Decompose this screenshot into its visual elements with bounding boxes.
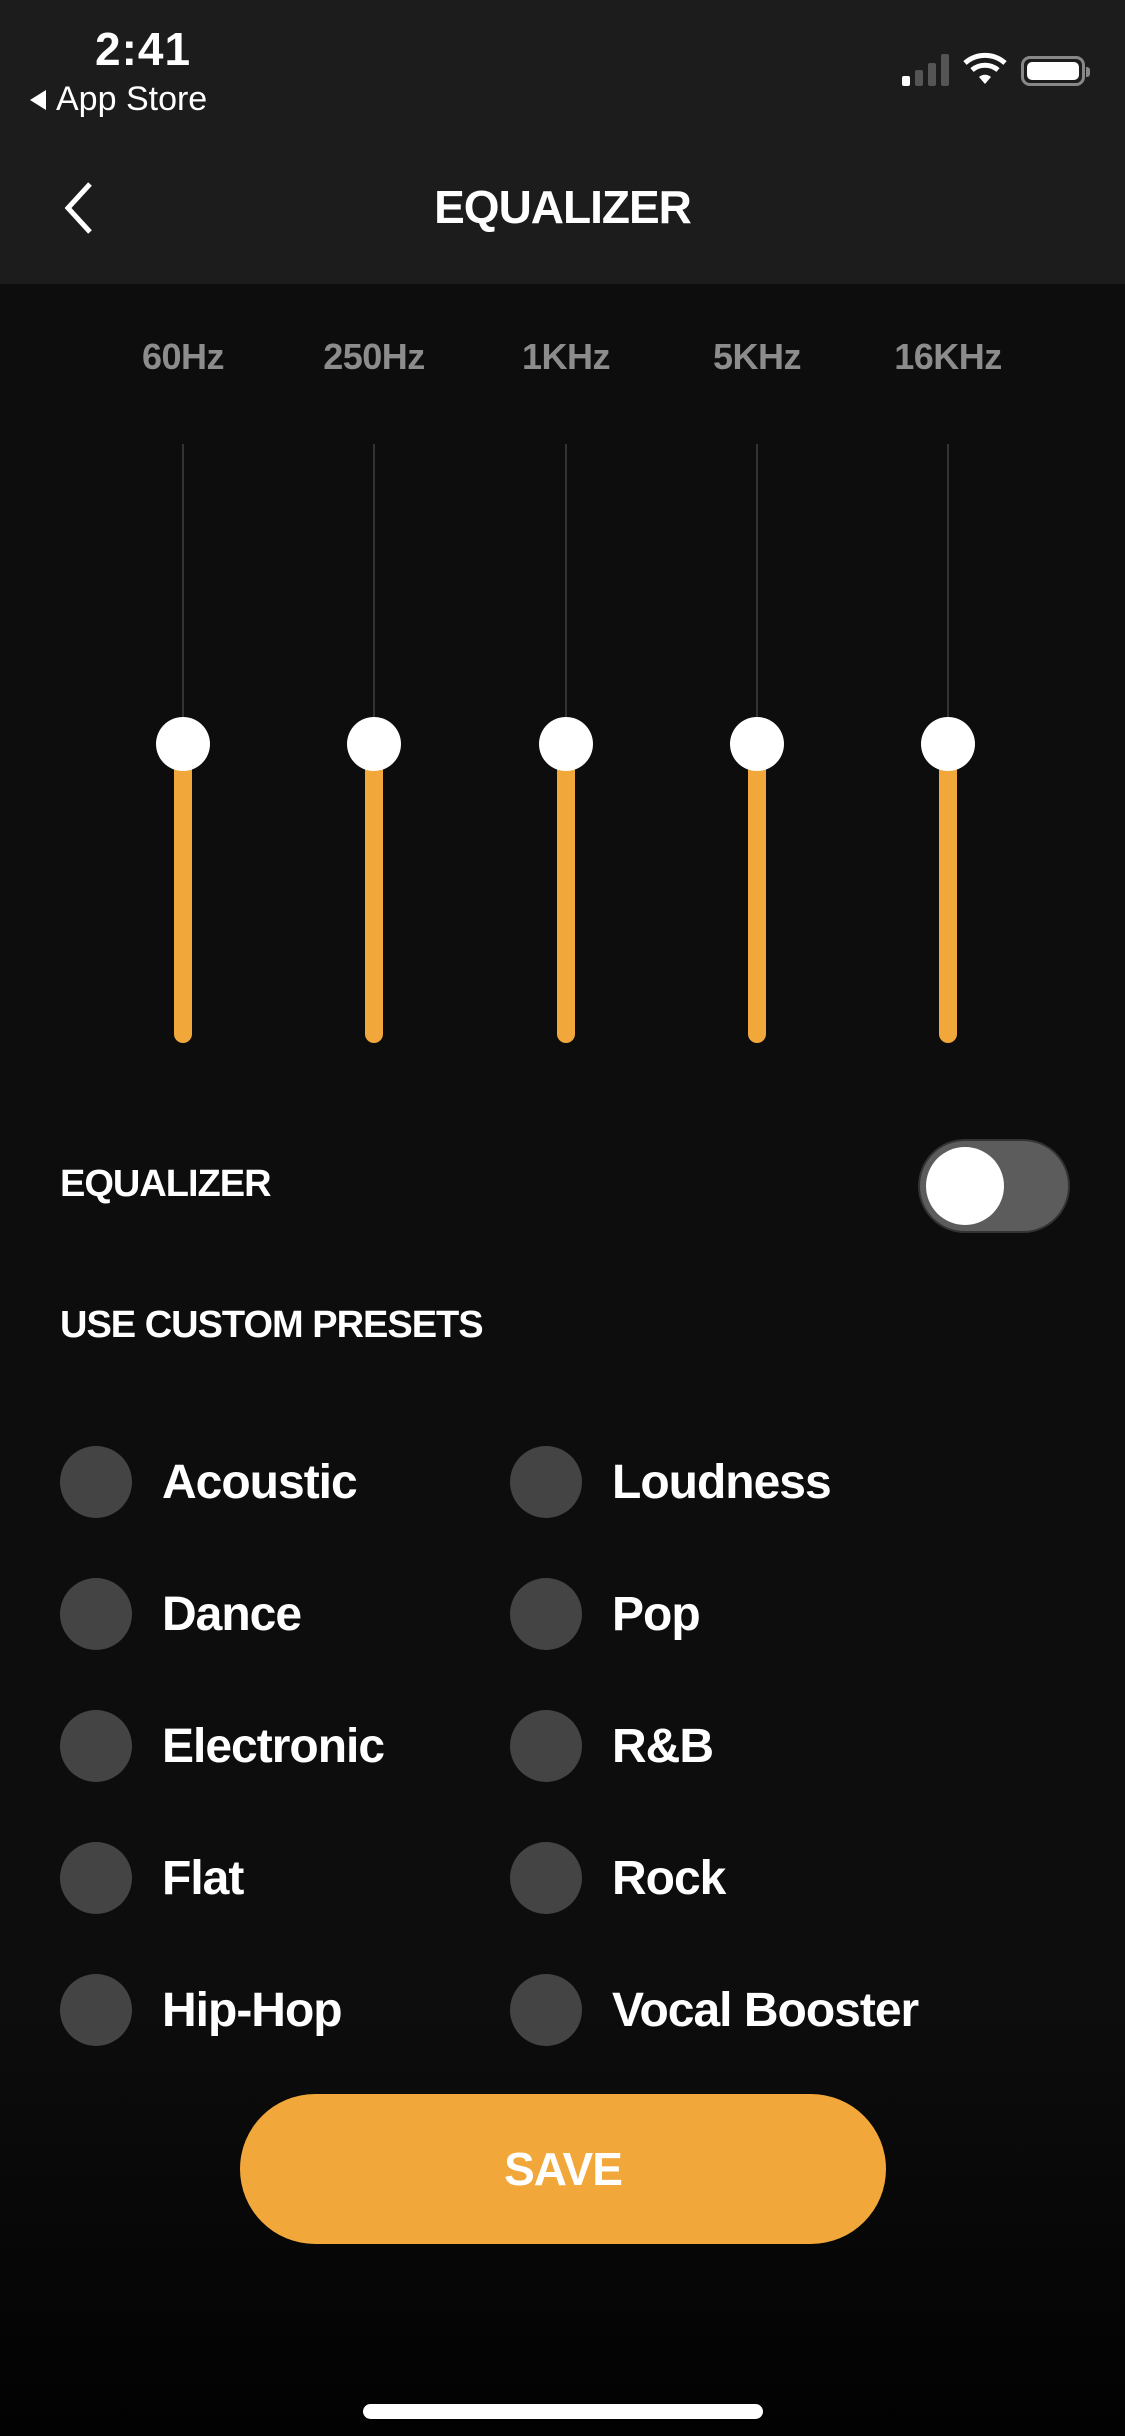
radio-button[interactable] xyxy=(60,1842,132,1914)
slider-fill xyxy=(365,743,383,1043)
slider-thumb-60hz[interactable] xyxy=(156,716,210,771)
cellular-signal-icon xyxy=(902,54,949,86)
slider-fill xyxy=(939,743,957,1043)
slider-track[interactable] xyxy=(756,444,758,744)
page-title: EQUALIZER xyxy=(434,181,692,233)
preset-r-b[interactable]: R&B xyxy=(510,1710,714,1782)
preset-label: Electronic xyxy=(162,1719,385,1773)
status-time: 2:41 xyxy=(95,23,192,75)
preset-electronic[interactable]: Electronic xyxy=(60,1710,385,1782)
equalizer-toggle[interactable] xyxy=(918,1139,1070,1233)
preset-dance[interactable]: Dance xyxy=(60,1578,302,1650)
preset-vocal-booster[interactable]: Vocal Booster xyxy=(510,1974,919,2046)
radio-button[interactable] xyxy=(510,1578,582,1650)
slider-track[interactable] xyxy=(947,444,949,744)
preset-label: Dance xyxy=(162,1587,302,1641)
preset-flat[interactable]: Flat xyxy=(60,1842,244,1914)
band-label-250hz: 250Hz xyxy=(323,336,425,377)
slider-fill xyxy=(748,743,766,1043)
band-label-16khz: 16KHz xyxy=(894,336,1002,377)
band-label-5khz: 5KHz xyxy=(712,336,802,377)
preset-pop[interactable]: Pop xyxy=(510,1578,701,1650)
band-label-1khz: 1KHz xyxy=(521,336,611,377)
radio-button[interactable] xyxy=(510,1710,582,1782)
preset-label: Pop xyxy=(612,1587,701,1641)
radio-button[interactable] xyxy=(60,1578,132,1650)
slider-thumb-5khz[interactable] xyxy=(730,716,784,771)
preset-label: R&B xyxy=(612,1719,714,1773)
preset-hip-hop[interactable]: Hip-Hop xyxy=(60,1974,343,2046)
slider-track[interactable] xyxy=(373,444,375,744)
toggle-knob xyxy=(926,1147,1004,1225)
preset-acoustic[interactable]: Acoustic xyxy=(60,1446,358,1518)
preset-rock[interactable]: Rock xyxy=(510,1842,726,1914)
preset-label: Vocal Booster xyxy=(612,1983,919,2037)
preset-label: Loudness xyxy=(612,1455,832,1509)
radio-button[interactable] xyxy=(60,1710,132,1782)
preset-label: Flat xyxy=(162,1851,244,1905)
status-icons xyxy=(902,52,1090,86)
equalizer-toggle-label: EQUALIZER xyxy=(60,1163,272,1205)
slider-track[interactable] xyxy=(565,444,567,744)
slider-thumb-1khz[interactable] xyxy=(539,716,593,771)
back-app-label: App Store xyxy=(56,80,208,118)
top-bar: 2:41 App Store EQUALIZER xyxy=(0,0,1125,284)
slider-thumb-16khz[interactable] xyxy=(921,716,975,771)
back-triangle-icon xyxy=(30,89,46,110)
preset-label: Rock xyxy=(612,1851,726,1905)
slider-track[interactable] xyxy=(182,444,184,744)
slider-fill xyxy=(174,743,192,1043)
preset-label: Hip-Hop xyxy=(162,1983,343,2037)
presets-heading: USE CUSTOM PRESETS xyxy=(60,1304,484,1346)
radio-button[interactable] xyxy=(510,1842,582,1914)
band-label-60hz: 60Hz xyxy=(141,336,225,377)
home-indicator xyxy=(363,2404,763,2419)
battery-icon xyxy=(1021,56,1090,86)
preset-loudness[interactable]: Loudness xyxy=(510,1446,832,1518)
radio-button[interactable] xyxy=(60,1446,132,1518)
wifi-icon xyxy=(963,52,1007,84)
slider-fill xyxy=(557,743,575,1043)
preset-label: Acoustic xyxy=(162,1455,358,1509)
back-to-app-store[interactable]: App Store xyxy=(30,80,207,119)
radio-button[interactable] xyxy=(510,1446,582,1518)
radio-button[interactable] xyxy=(510,1974,582,2046)
slider-thumb-250hz[interactable] xyxy=(347,716,401,771)
radio-button[interactable] xyxy=(60,1974,132,2046)
save-button[interactable]: SAVE xyxy=(240,2094,886,2244)
